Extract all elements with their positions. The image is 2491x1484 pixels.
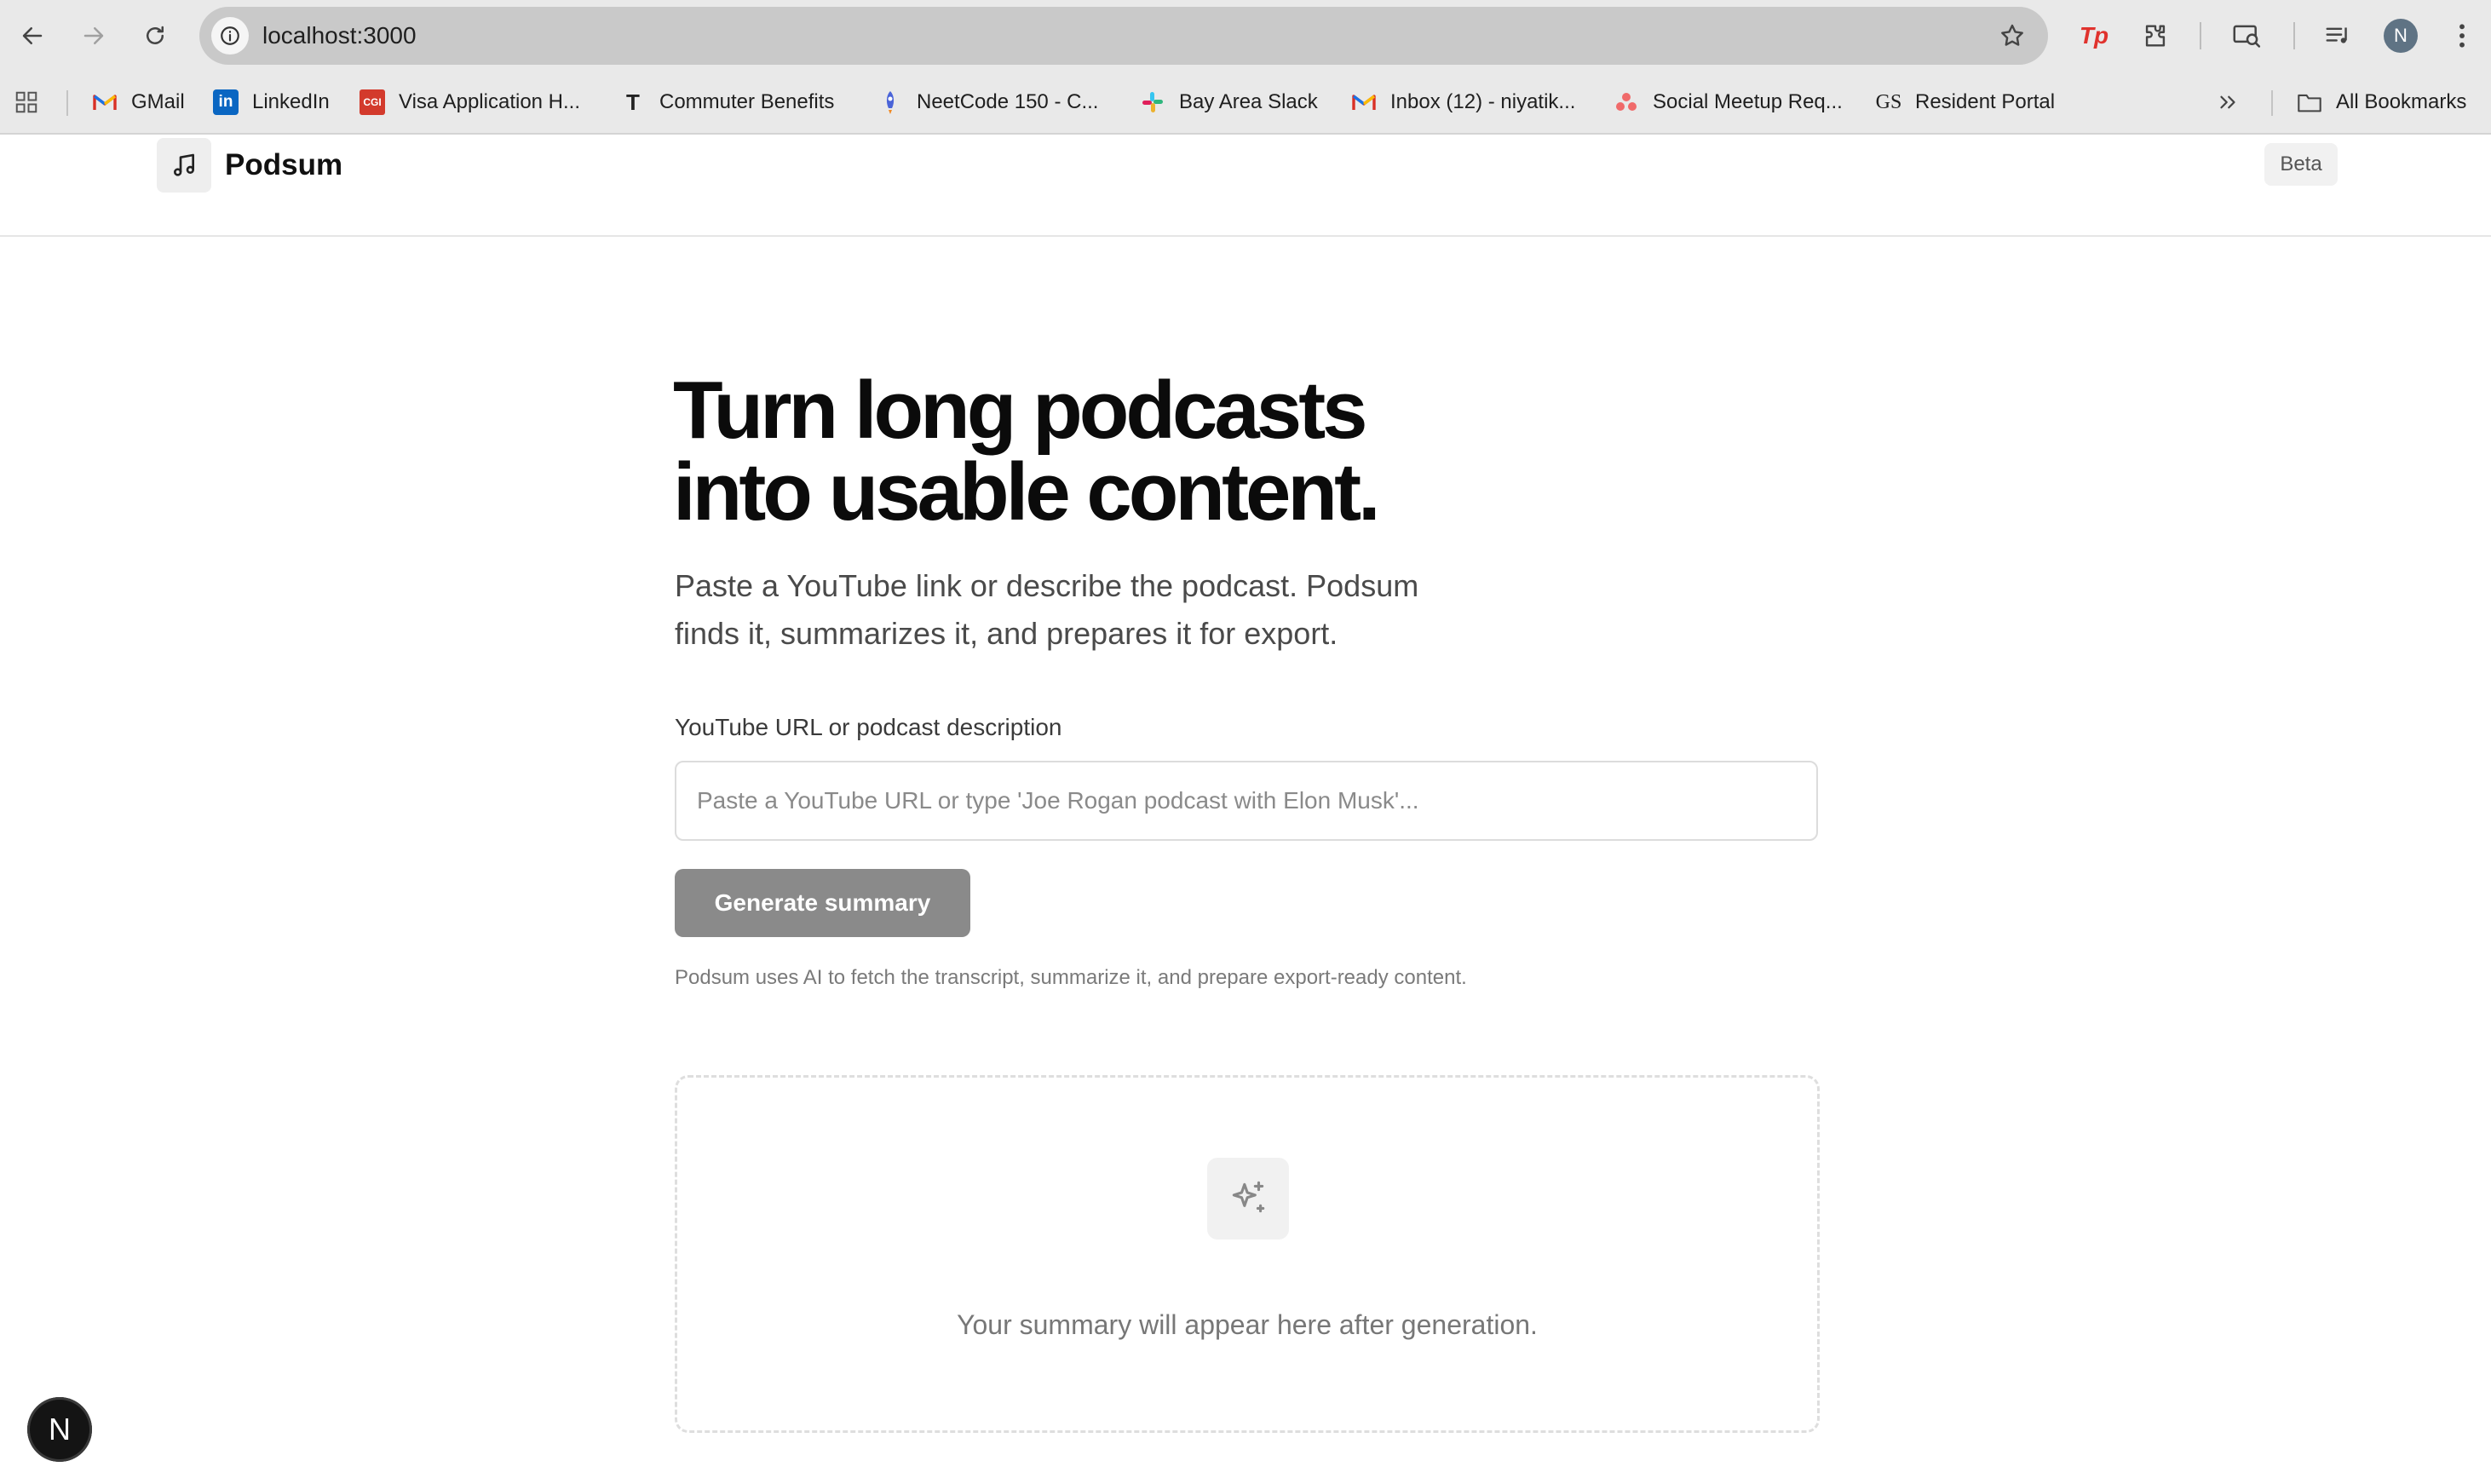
address-bar[interactable]: localhost:3000 bbox=[199, 7, 2048, 65]
commuter-icon: T bbox=[626, 89, 640, 115]
toolbar-divider bbox=[2200, 22, 2201, 49]
bookmark-label: GMail bbox=[131, 90, 185, 113]
reload-button[interactable] bbox=[135, 15, 175, 56]
bookmark-label: NeetCode 150 - C... bbox=[917, 90, 1099, 113]
toolbar-divider bbox=[2293, 22, 2295, 49]
rocket-icon bbox=[877, 89, 903, 115]
bookmark-visa-application[interactable]: CGI Visa Application H... bbox=[360, 72, 580, 133]
bookmark-label: Bay Area Slack bbox=[1179, 90, 1318, 113]
bookmark-label: Social Meetup Req... bbox=[1653, 90, 1843, 113]
bookmark-resident-portal[interactable]: GS Resident Portal bbox=[1876, 72, 2055, 133]
app-header: Podsum Beta bbox=[0, 135, 2491, 237]
hero-title-line-2: into usable content. bbox=[673, 446, 1381, 538]
gmail-icon bbox=[1351, 89, 1377, 115]
url-text[interactable]: localhost:3000 bbox=[262, 7, 417, 65]
bookmark-neetcode[interactable]: NeetCode 150 - C... bbox=[877, 72, 1098, 133]
bookmark-social-meetup[interactable]: Social Meetup Req... bbox=[1614, 72, 1843, 133]
linkedin-icon: in bbox=[213, 89, 239, 115]
summary-placeholder-text: Your summary will appear here after gene… bbox=[957, 1309, 1538, 1340]
folder-icon bbox=[2297, 89, 2322, 115]
profile-avatar[interactable]: N bbox=[2384, 19, 2418, 53]
bookmark-label: Commuter Benefits bbox=[659, 90, 835, 113]
media-controls-icon[interactable] bbox=[2319, 17, 2356, 55]
forward-button[interactable] bbox=[73, 15, 114, 56]
bookmark-label: Inbox (12) - niyatik... bbox=[1390, 90, 1576, 113]
bookmark-label: Resident Portal bbox=[1915, 90, 2056, 113]
podcast-input[interactable] bbox=[675, 761, 1818, 841]
hero-subtitle-line-1: Paste a YouTube link or describe the pod… bbox=[675, 568, 1419, 603]
back-arrow-icon bbox=[22, 27, 43, 44]
slack-icon bbox=[1140, 89, 1165, 115]
beta-badge: Beta bbox=[2264, 143, 2338, 186]
brand-name[interactable]: Podsum bbox=[225, 138, 342, 193]
bookmark-inbox[interactable]: Inbox (12) - niyatik... bbox=[1351, 72, 1575, 133]
bookmark-bay-area-slack[interactable]: Bay Area Slack bbox=[1140, 72, 1318, 133]
tp-extension-icon[interactable]: Tp bbox=[2075, 17, 2113, 55]
bookmarks-bar: GMail in LinkedIn CGI Visa Application H… bbox=[0, 72, 2491, 135]
visa-icon: CGI bbox=[360, 89, 385, 115]
helper-text: Podsum uses AI to fetch the transcript, … bbox=[675, 966, 1467, 989]
bookmark-label: Visa Application H... bbox=[399, 90, 581, 113]
back-button[interactable] bbox=[12, 15, 53, 56]
bookmarks-divider bbox=[66, 90, 68, 116]
apps-grid-icon bbox=[15, 91, 37, 113]
gs-icon: GS bbox=[1875, 90, 1902, 113]
forward-arrow-icon bbox=[83, 27, 104, 44]
reload-icon bbox=[147, 26, 164, 44]
hero-title: Turn long podcasts into usable content. bbox=[673, 370, 1610, 533]
apps-grid-button[interactable] bbox=[14, 72, 39, 133]
bookmarks-overflow-button[interactable] bbox=[2215, 72, 2241, 133]
gmail-icon bbox=[92, 89, 118, 115]
sparkle-icon bbox=[1232, 1181, 1265, 1213]
asana-icon bbox=[1614, 89, 1639, 115]
all-bookmarks-button[interactable]: All Bookmarks bbox=[2297, 72, 2466, 133]
bookmark-commuter-benefits[interactable]: T Commuter Benefits bbox=[620, 72, 834, 133]
browser-toolbar: localhost:3000 Tp N bbox=[0, 0, 2491, 72]
site-info-button[interactable] bbox=[211, 17, 249, 55]
nextjs-dev-indicator[interactable]: N bbox=[27, 1397, 92, 1462]
double-chevron-icon bbox=[2220, 95, 2235, 109]
extensions-puzzle-icon[interactable] bbox=[2137, 17, 2174, 55]
generate-summary-button[interactable]: Generate summary bbox=[675, 869, 970, 937]
info-icon bbox=[221, 26, 239, 45]
screen-search-icon[interactable] bbox=[2229, 17, 2266, 55]
bookmark-star-icon[interactable] bbox=[1999, 22, 2026, 54]
hero-subtitle: Paste a YouTube link or describe the pod… bbox=[675, 562, 1476, 658]
browser-menu-icon[interactable] bbox=[2443, 17, 2481, 55]
bookmark-gmail[interactable]: GMail bbox=[92, 72, 185, 133]
logo[interactable] bbox=[157, 138, 211, 193]
input-label: YouTube URL or podcast description bbox=[675, 714, 1062, 740]
bookmark-linkedin[interactable]: in LinkedIn bbox=[213, 72, 330, 133]
hero-title-line-1: Turn long podcasts bbox=[673, 365, 1368, 456]
all-bookmarks-label: All Bookmarks bbox=[2336, 90, 2467, 113]
hero-subtitle-line-2: finds it, summarizes it, and prepares it… bbox=[675, 616, 1338, 651]
bookmarks-divider bbox=[2271, 90, 2273, 116]
music-note-icon bbox=[174, 153, 194, 176]
sparkle-icon-box bbox=[1207, 1158, 1289, 1240]
bookmark-label: LinkedIn bbox=[252, 90, 330, 113]
summary-result-card: Your summary will appear here after gene… bbox=[675, 1075, 1820, 1433]
